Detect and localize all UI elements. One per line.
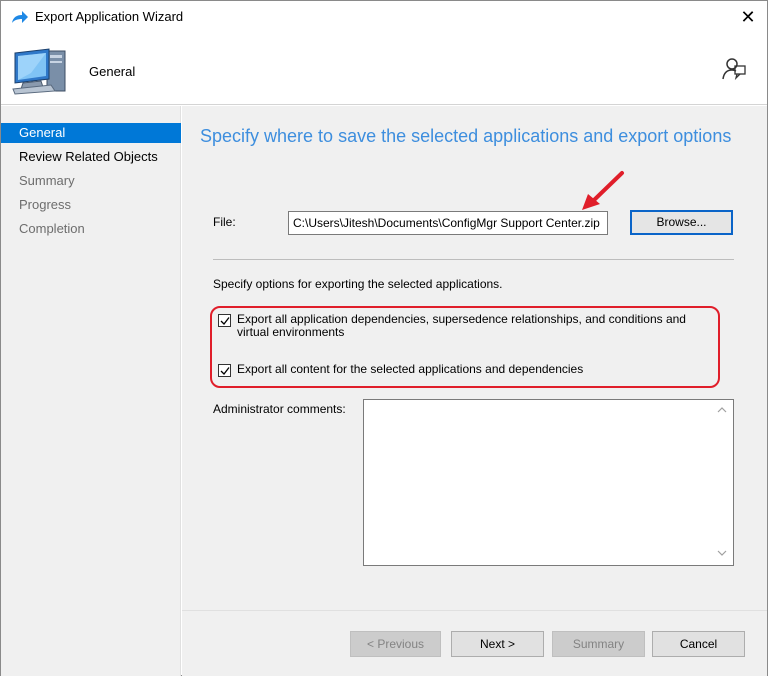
summary-button[interactable]: Summary bbox=[552, 631, 645, 657]
options-description: Specify options for exporting the select… bbox=[213, 277, 503, 291]
export-content-label: Export all content for the selected appl… bbox=[237, 362, 584, 376]
footer-divider bbox=[182, 610, 767, 611]
admin-comments-textarea[interactable] bbox=[363, 399, 734, 566]
previous-button[interactable]: < Previous bbox=[350, 631, 441, 657]
export-content-checkbox[interactable] bbox=[218, 364, 231, 377]
window-title: Export Application Wizard bbox=[35, 9, 184, 24]
page-title: General bbox=[89, 64, 136, 79]
nav-item-review-related-objects[interactable]: Review Related Objects bbox=[1, 147, 181, 167]
nav-item-completion: Completion bbox=[19, 221, 85, 236]
red-arrow-annotation bbox=[582, 171, 624, 210]
checkmark-icon bbox=[220, 367, 230, 375]
export-dependencies-label: Export all application dependencies, sup… bbox=[237, 312, 686, 339]
export-content-checkbox-row[interactable]: Export all content for the selected appl… bbox=[218, 363, 707, 377]
wizard-header: General bbox=[1, 33, 767, 105]
export-dependencies-checkbox[interactable] bbox=[218, 314, 231, 327]
checkmark-icon bbox=[220, 317, 230, 325]
section-divider bbox=[213, 259, 734, 260]
title-bar: Export Application Wizard ✕ bbox=[1, 1, 767, 33]
page-heading: Specify where to save the selected appli… bbox=[200, 126, 732, 146]
scroll-up-icon[interactable] bbox=[717, 406, 727, 414]
wizard-nav: General Review Related Objects Summary P… bbox=[1, 106, 181, 676]
cancel-button[interactable]: Cancel bbox=[652, 631, 745, 657]
next-button[interactable]: Next > bbox=[451, 631, 544, 657]
main-panel: Specify where to save the selected appli… bbox=[182, 106, 767, 676]
feedback-icon[interactable] bbox=[721, 55, 747, 83]
close-button[interactable]: ✕ bbox=[733, 3, 763, 31]
admin-comments-label: Administrator comments: bbox=[213, 402, 346, 416]
computer-icon bbox=[12, 48, 66, 95]
scroll-down-icon[interactable] bbox=[717, 549, 727, 557]
browse-button[interactable]: Browse... bbox=[630, 210, 733, 235]
nav-item-progress: Progress bbox=[19, 197, 72, 212]
export-dependencies-checkbox-row[interactable]: Export all application dependencies, sup… bbox=[218, 313, 707, 339]
file-path-input[interactable]: C:\Users\Jitesh\Documents\ConfigMgr Supp… bbox=[288, 211, 608, 235]
nav-item-summary: Summary bbox=[19, 173, 75, 188]
share-arrow-icon bbox=[12, 11, 28, 23]
file-label: File: bbox=[213, 215, 236, 229]
wizard-window: Export Application Wizard ✕ General Gene… bbox=[0, 0, 768, 676]
nav-item-general[interactable]: General bbox=[1, 123, 181, 143]
